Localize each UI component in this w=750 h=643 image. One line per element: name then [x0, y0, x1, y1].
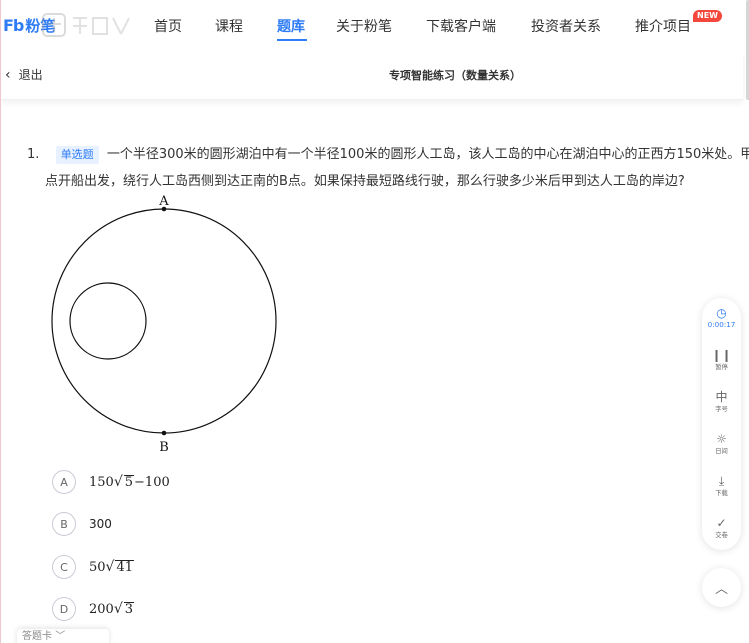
nav-download-client[interactable]: 下载客户端: [426, 16, 496, 36]
option-text: 50√ 41: [89, 559, 135, 575]
day-mode-button[interactable]: ☼ 日间: [702, 432, 741, 456]
practice-header: ‹ 退出 专项智能练习（数量关系）: [1, 52, 743, 100]
point-b-dot: [161, 430, 167, 436]
point-a-label: A: [158, 194, 169, 209]
top-nav: Fb 粉笔 首页 课程 题库 关于粉笔 下载客户端 投资者关系 推介项目 NEW: [1, 0, 749, 52]
lake-circle: [51, 208, 277, 434]
option-letter: C: [52, 555, 76, 579]
option-letter: D: [52, 597, 76, 621]
option-text: 150√ 5−100: [89, 474, 170, 490]
new-badge: NEW: [693, 10, 722, 22]
option-b[interactable]: B 300: [52, 512, 112, 536]
logo-mark: Fb: [3, 15, 24, 35]
back-to-top-button[interactable]: ︿: [702, 568, 741, 607]
practice-toolbar: ◷ 0:00:17 ❙❙ 暂停 中 字号 ☼ 日间 ⤓ 下载 ✓ 交卷: [702, 298, 741, 550]
submit-label: 交卷: [715, 531, 728, 539]
option-text: 300: [89, 517, 112, 531]
pause-icon: ❙❙: [711, 348, 732, 362]
submit-button[interactable]: ✓ 交卷: [702, 516, 741, 540]
island-circle: [69, 282, 147, 360]
download-icon: ⤓: [718, 474, 725, 488]
download-label: 下载: [715, 489, 728, 497]
font-size-button[interactable]: 中 字号: [702, 390, 741, 414]
check-icon: ✓: [716, 516, 727, 530]
font-size-label: 字号: [715, 405, 728, 413]
option-d[interactable]: D 200√ 3: [52, 597, 135, 621]
pause-button[interactable]: ❙❙ 暂停: [702, 348, 741, 372]
nav-promotion[interactable]: 推介项目: [635, 16, 691, 36]
question-type-tag: 单选题: [55, 145, 99, 164]
option-text: 200√ 3: [89, 601, 135, 617]
day-mode-label: 日间: [715, 447, 728, 455]
question-number: 1.: [27, 147, 40, 162]
option-letter: B: [52, 512, 76, 536]
question-stem-line-1: 1. 单选题 一个半径300米的圆形湖泊中有一个半径100米的圆形人工岛，该人工…: [27, 143, 750, 164]
lake-island-diagram: A B: [51, 194, 277, 455]
timer-value: 0:00:17: [707, 320, 736, 329]
answer-card-label: 答题卡: [22, 631, 52, 642]
question-text-1: 一个半径300米的圆形湖泊中有一个半径100米的圆形人工岛，该人工岛的中心在湖泊…: [106, 147, 750, 162]
answer-card-tab[interactable]: 答题卡 ﹀: [17, 629, 109, 643]
sun-icon: ☼: [716, 432, 727, 446]
practice-title: 专项智能练习（数量关系）: [389, 69, 521, 82]
option-c[interactable]: C 50√ 41: [52, 555, 135, 579]
scrollbar[interactable]: [746, 0, 749, 100]
option-letter: A: [52, 470, 76, 494]
question-text-2: 点开船出发，绕行人工岛西侧到达正南的B点。如果保持最短路线行驶，那么行驶多少米后…: [45, 174, 685, 189]
font-size-icon: 中: [715, 390, 728, 404]
point-b-label: B: [159, 440, 169, 455]
download-button[interactable]: ⤓ 下载: [702, 474, 741, 498]
chevron-down-icon: ﹀: [55, 631, 66, 642]
nav-courses[interactable]: 课程: [215, 16, 243, 36]
page: Fb 粉笔 首页 课程 题库 关于粉笔 下载客户端 投资者关系 推介项目 NEW…: [0, 0, 750, 643]
pause-label: 暂停: [715, 363, 728, 371]
active-tab-indicator: [277, 39, 307, 41]
timer-button[interactable]: ◷ 0:00:17: [702, 306, 741, 329]
option-a[interactable]: A 150√ 5−100: [52, 470, 170, 494]
nav-home[interactable]: 首页: [154, 16, 182, 36]
clock-icon: ◷: [716, 306, 727, 320]
nav-about[interactable]: 关于粉笔: [336, 16, 392, 36]
watermark-icon: [42, 13, 130, 37]
nav-investor-relations[interactable]: 投资者关系: [531, 16, 601, 36]
chevron-up-icon: ︿: [714, 582, 728, 597]
nav-question-bank[interactable]: 题库: [277, 16, 305, 36]
